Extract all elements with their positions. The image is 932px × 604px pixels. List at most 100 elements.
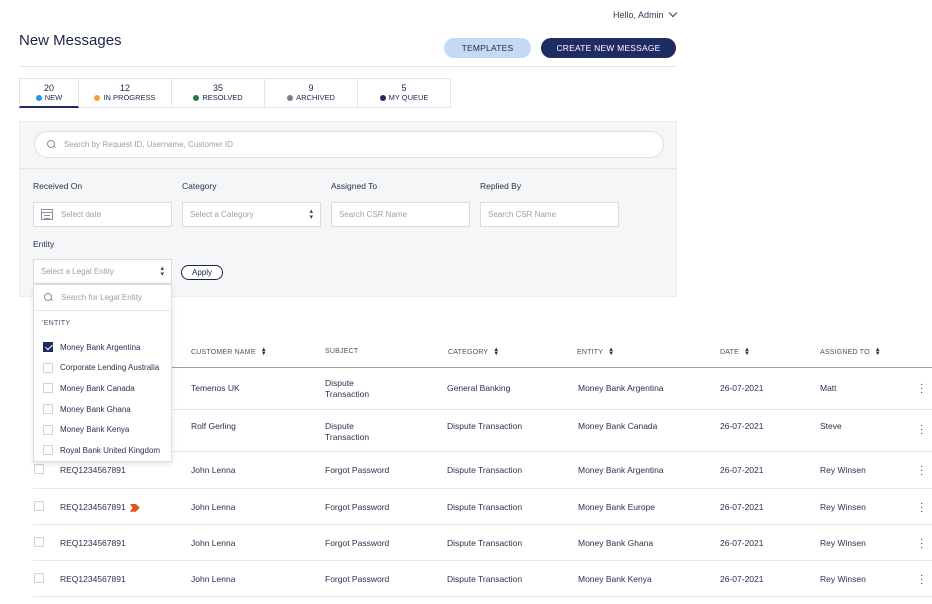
templates-button[interactable]: TEMPLATES	[444, 38, 531, 58]
subject-line: Transaction	[325, 432, 370, 442]
replied-by-label: Replied By	[480, 181, 522, 191]
search-icon	[44, 293, 53, 302]
row-checkbox[interactable]	[34, 573, 44, 583]
checkbox-icon[interactable]	[43, 445, 53, 456]
entity-option-label: Money Bank Kenya	[60, 425, 130, 435]
tab-label: MY QUEUE	[388, 93, 429, 102]
replied-by-input[interactable]: Search CSR Name	[480, 202, 619, 227]
entity-group-heading: 'ENTITY	[42, 320, 71, 327]
sort-icon: ▲ ▼	[874, 347, 881, 357]
status-tabs: 20 NEW 12 IN PROGRESS 35 RESOLVED 9 ARCH…	[19, 78, 451, 108]
entity-option[interactable]: Corporate Lending Australia	[34, 358, 171, 379]
category: Dispute Transaction	[447, 574, 523, 584]
entity: Money Bank Argentina	[578, 383, 664, 393]
assigned-to: Rey Winsen	[820, 465, 866, 475]
row-checkbox[interactable]	[34, 537, 44, 547]
entity: Money Bank Argentina	[578, 465, 664, 475]
entity-dropdown: 'ENTITY Money Bank Argentina Corporate L…	[33, 284, 172, 462]
request-id[interactable]: REQ1234567891	[60, 502, 140, 513]
tab-count: 12	[119, 83, 130, 93]
sort-icon: ▲ ▼	[608, 347, 615, 357]
tab-new[interactable]: 20 NEW	[19, 78, 79, 108]
category: Dispute Transaction	[447, 538, 523, 548]
header-divider	[19, 66, 676, 67]
request-id[interactable]: REQ1234567891	[60, 574, 126, 585]
column-header-label: ASSIGNED TO	[820, 348, 870, 356]
entity-option[interactable]: Money Bank Argentina	[34, 337, 171, 358]
category: Dispute Transaction	[447, 421, 523, 431]
more-options-icon[interactable]: · · ·	[920, 499, 923, 517]
more-options-icon[interactable]: · · ·	[920, 421, 923, 439]
filter-panel: Received On Select date Category Select …	[19, 121, 677, 297]
column-header-category[interactable]: CATEGORY ▲ ▼	[448, 347, 499, 357]
select-arrows-icon: ▴ ▾	[309, 207, 313, 221]
calendar-icon	[41, 209, 53, 220]
request-id[interactable]: REQ1234567891	[60, 465, 126, 476]
tab-my-queue[interactable]: 5 MY QUEUE	[358, 78, 451, 108]
entity-option[interactable]: Money Bank Canada	[34, 378, 171, 399]
customer-name: John Lenna	[191, 465, 236, 475]
request-id[interactable]: REQ1234567891	[60, 538, 126, 549]
table-row[interactable]: REQ1234567891 John Lenna Forgot Password…	[33, 489, 932, 525]
table-row[interactable]: REQ1234567891 John Lenna Forgot Password…	[33, 525, 932, 561]
checkbox-icon[interactable]	[43, 362, 53, 373]
subject: Forgot Password	[325, 538, 390, 548]
subject-line: Dispute	[325, 378, 354, 388]
received-on-label: Received On	[33, 181, 83, 191]
entity: Money Bank Ghana	[578, 538, 654, 548]
customer-name: John Lenna	[191, 538, 236, 548]
entity-option[interactable]: Money Bank Kenya	[34, 419, 171, 440]
column-header-label: CUSTOMER NAME	[191, 348, 256, 356]
status-dot-icon	[94, 95, 101, 101]
table-row[interactable]: REQ1234567891 John Lenna Forgot Password…	[33, 561, 932, 597]
tab-label: ARCHIVED	[296, 93, 335, 102]
checkbox-icon[interactable]	[43, 404, 53, 415]
apply-button[interactable]: Apply	[181, 265, 223, 280]
assigned-to: Matt	[820, 383, 837, 393]
more-options-icon[interactable]: · · ·	[920, 462, 923, 480]
category: General Banking	[447, 383, 511, 393]
entity-option[interactable]: Money Bank Ghana	[34, 399, 171, 420]
assigned-to-placeholder: Search CSR Name	[339, 210, 408, 219]
more-options-icon[interactable]: · · ·	[920, 380, 923, 398]
tab-in-progress[interactable]: 12 IN PROGRESS	[79, 78, 172, 108]
category-select[interactable]: Select a Category ▴ ▾	[182, 202, 321, 227]
date: 26-07-2021	[720, 465, 764, 475]
subject-line: Transaction	[325, 389, 370, 399]
subject: Forgot Password	[325, 502, 390, 512]
entity-select[interactable]: Select a Legal Entity ▴ ▾	[33, 259, 172, 284]
received-on-date-picker[interactable]: Select date	[33, 202, 172, 227]
customer-name: John Lenna	[191, 502, 236, 512]
tab-resolved[interactable]: 35 RESOLVED	[172, 78, 265, 108]
column-header-label: DATE	[720, 348, 739, 356]
more-options-icon[interactable]: · · ·	[920, 571, 923, 589]
tab-archived[interactable]: 9 ARCHIVED	[265, 78, 358, 108]
category-label: Category	[182, 181, 217, 191]
more-options-icon[interactable]: · · ·	[920, 535, 923, 553]
user-menu[interactable]: Hello, Admin	[613, 8, 677, 20]
checkbox-icon[interactable]	[43, 383, 53, 394]
column-header-assigned-to[interactable]: ASSIGNED TO ▲ ▼	[820, 347, 881, 357]
checkbox-checked-icon[interactable]	[43, 342, 53, 353]
search-input[interactable]	[64, 140, 624, 149]
sort-icon: ▲ ▼	[260, 347, 267, 357]
category-placeholder: Select a Category	[190, 210, 254, 219]
column-header-customer-name[interactable]: CUSTOMER NAME ▲ ▼	[191, 347, 267, 357]
select-arrows-icon: ▴ ▾	[160, 264, 164, 278]
entity: Money Bank Canada	[578, 421, 658, 431]
checkbox-icon[interactable]	[43, 424, 53, 435]
assigned-to: Rey Winsen	[820, 574, 866, 584]
entity-search-input[interactable]	[61, 293, 171, 302]
column-header-date[interactable]: DATE ▲ ▼	[720, 347, 750, 357]
column-header-entity[interactable]: ENTITY ▲ ▼	[577, 347, 615, 357]
assigned-to-input[interactable]: Search CSR Name	[331, 202, 470, 227]
create-new-message-button[interactable]: CREATE NEW MESSAGE	[541, 38, 676, 58]
row-checkbox[interactable]	[34, 464, 44, 474]
row-checkbox[interactable]	[34, 501, 44, 511]
column-header-subject: SUBJECT	[325, 348, 358, 355]
subject: Forgot Password	[325, 574, 390, 584]
page-title: New Messages	[19, 32, 122, 49]
customer-name: John Lenna	[191, 574, 236, 584]
column-header-label: ENTITY	[577, 348, 604, 356]
entity-option[interactable]: Royal Bank United Kingdom	[34, 440, 171, 461]
